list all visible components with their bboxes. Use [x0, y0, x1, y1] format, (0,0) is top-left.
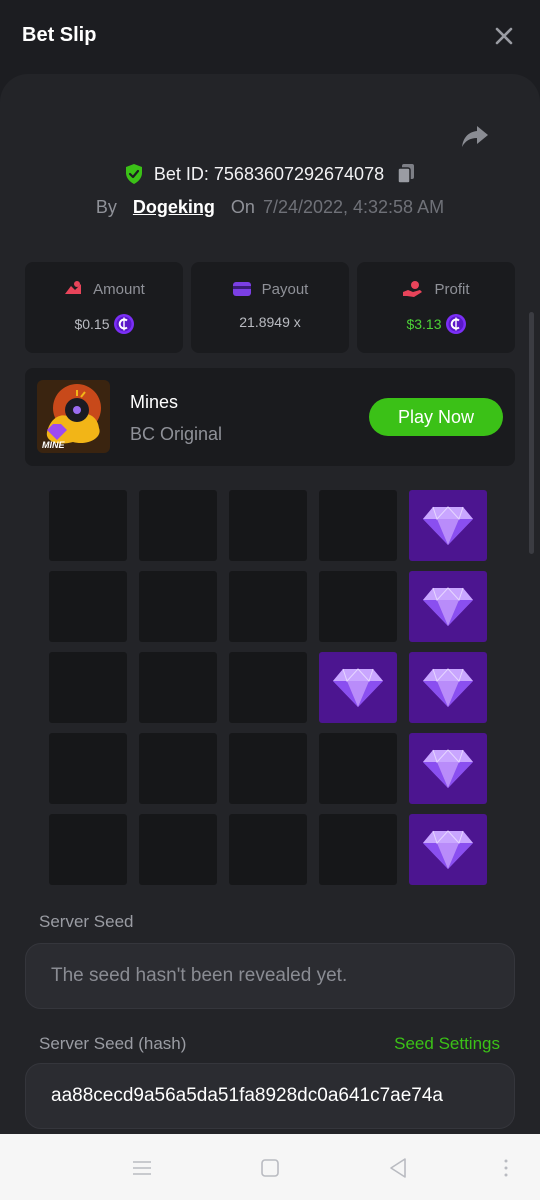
- mine-tile-gem: [409, 814, 487, 885]
- close-icon[interactable]: [490, 22, 518, 50]
- gem-icon: [423, 748, 473, 788]
- amount-icon: [65, 281, 82, 294]
- mine-tile: [49, 733, 127, 804]
- mines-board: [49, 490, 487, 885]
- bet-byline: By Dogeking On 7/24/2022, 4:32:58 AM: [0, 194, 540, 220]
- bet-id: Bet ID: 75683607292674078: [153, 163, 385, 184]
- menu-icon[interactable]: [130, 1156, 154, 1180]
- hand-coin-icon: [403, 281, 423, 297]
- gem-icon: [333, 667, 383, 707]
- mine-tile: [139, 490, 217, 561]
- mine-tile: [139, 652, 217, 723]
- scrollbar[interactable]: [529, 312, 534, 554]
- mine-tile: [49, 814, 127, 885]
- game-card: MINE Mines BC Original Play Now: [25, 368, 515, 466]
- mine-tile: [229, 733, 307, 804]
- stat-payout: Payout 21.8949 x: [191, 262, 349, 353]
- back-icon[interactable]: [386, 1156, 410, 1180]
- stat-amount: Amount $0.15: [25, 262, 183, 353]
- page-title: Bet Slip: [22, 24, 97, 46]
- mine-tile: [49, 490, 127, 561]
- gem-icon: [423, 586, 473, 626]
- server-seed-hash-field[interactable]: aa88cecd9a56a5da51fa8928dc0a641c7ae74a: [25, 1063, 515, 1129]
- game-thumbnail[interactable]: MINE: [37, 380, 110, 453]
- stat-profit: Profit $3.13: [357, 262, 515, 353]
- stat-amount-label: Amount: [93, 280, 145, 298]
- share-icon[interactable]: [460, 124, 490, 150]
- mine-tile: [319, 571, 397, 642]
- game-subtitle: BC Original: [130, 424, 223, 444]
- mine-tile: [229, 571, 307, 642]
- username-link[interactable]: Dogeking: [133, 197, 215, 218]
- home-icon[interactable]: [258, 1156, 282, 1180]
- bet-id-row: Bet ID: 75683607292674078: [0, 160, 540, 188]
- mine-tile-gem: [409, 571, 487, 642]
- server-seed-label: Server Seed: [39, 912, 134, 931]
- gem-icon: [423, 667, 473, 707]
- mine-tile: [139, 571, 217, 642]
- mine-tile-gem: [409, 733, 487, 804]
- coin-icon: [445, 314, 466, 334]
- system-nav-bar: [0, 1134, 540, 1200]
- bet-slip-sheet: Bet ID: 75683607292674078 By Dogeking On…: [0, 74, 540, 1134]
- mine-tile: [319, 490, 397, 561]
- thumb-text: MINE: [42, 440, 65, 450]
- coin-icon: [113, 314, 134, 334]
- server-seed-hash-label: Server Seed (hash): [39, 1034, 187, 1053]
- play-now-button[interactable]: Play Now: [369, 398, 503, 436]
- mine-tile: [229, 490, 307, 561]
- mine-tile: [229, 652, 307, 723]
- app-root: Bet Slip Bet ID: 75683607292674078 By Do…: [0, 0, 540, 1200]
- mine-tile-gem: [409, 490, 487, 561]
- copy-icon[interactable]: [396, 163, 416, 185]
- mine-tile: [139, 733, 217, 804]
- mine-tile: [319, 814, 397, 885]
- mine-tile: [229, 814, 307, 885]
- bet-stats: Amount $0.15 Payout 21.8949 x Profit $3.…: [25, 262, 515, 353]
- on-label: On: [230, 196, 255, 217]
- mine-tile: [49, 652, 127, 723]
- header: Bet Slip: [0, 0, 540, 74]
- stat-payout-value: 21.8949 x: [239, 314, 301, 330]
- gem-icon: [423, 829, 473, 869]
- stat-profit-label: Profit: [434, 280, 470, 298]
- gem-icon: [423, 505, 473, 545]
- server-seed-field[interactable]: The seed hasn't been revealed yet.: [25, 943, 515, 1009]
- stat-payout-label: Payout: [261, 280, 309, 298]
- more-icon[interactable]: [494, 1156, 518, 1180]
- mine-tile: [49, 571, 127, 642]
- mine-tile: [319, 733, 397, 804]
- mine-tile: [139, 814, 217, 885]
- stat-amount-value: $0.15: [74, 316, 110, 332]
- mine-tile-gem: [409, 652, 487, 723]
- mine-tile-gem: [319, 652, 397, 723]
- wallet-icon: [232, 282, 251, 296]
- verified-shield-icon: [125, 164, 142, 184]
- seed-settings-link[interactable]: Seed Settings: [394, 1034, 500, 1054]
- bet-date: 7/24/2022, 4:32:58 AM: [262, 196, 445, 217]
- by-label: By: [95, 196, 117, 217]
- stat-profit-value: $3.13: [406, 316, 442, 332]
- game-name: Mines: [130, 392, 179, 412]
